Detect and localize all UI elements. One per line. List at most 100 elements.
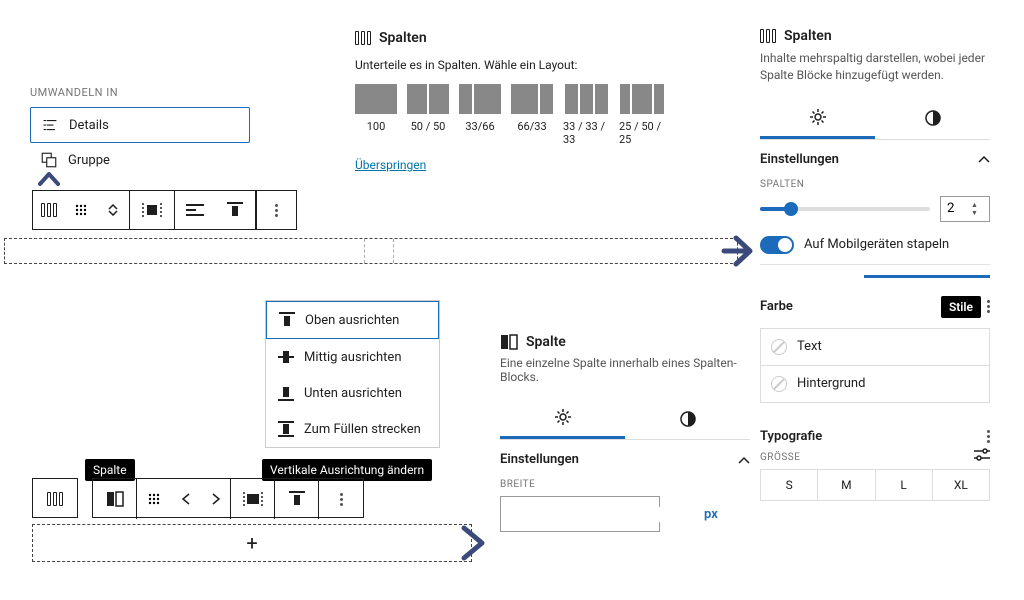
section-settings: Einstellungen bbox=[500, 452, 579, 467]
settings-tab[interactable] bbox=[760, 98, 875, 139]
drag-handle-button[interactable] bbox=[137, 479, 171, 519]
valign-button[interactable] bbox=[275, 479, 319, 519]
sliders-icon[interactable] bbox=[974, 448, 990, 462]
layout-option-label: 50 / 50 bbox=[411, 120, 446, 133]
valign-top-button[interactable] bbox=[215, 191, 255, 229]
columns-number-field[interactable] bbox=[947, 201, 971, 216]
parent-columns-button[interactable] bbox=[33, 479, 77, 519]
move-updown-button[interactable] bbox=[97, 191, 129, 229]
block-toolbar bbox=[32, 190, 297, 230]
layout-option[interactable]: 25 / 50 / 25 bbox=[619, 84, 665, 146]
columns-icon bbox=[355, 31, 371, 45]
valign-top-icon bbox=[289, 491, 305, 507]
settings-tab[interactable] bbox=[500, 398, 625, 439]
styles-tab[interactable] bbox=[625, 398, 750, 439]
groesse-label: Grösse bbox=[760, 452, 800, 463]
move-right-button[interactable] bbox=[201, 479, 231, 519]
size-option[interactable]: S bbox=[761, 470, 818, 500]
columns-block-icon-button[interactable] bbox=[33, 191, 65, 229]
size-option[interactable]: L bbox=[876, 470, 933, 500]
contrast-icon bbox=[679, 410, 697, 428]
contrast-icon bbox=[924, 109, 942, 127]
valign-label: Mittig ausrichten bbox=[304, 350, 402, 365]
more-options-button[interactable] bbox=[256, 191, 296, 229]
valign-icon bbox=[279, 312, 295, 328]
layout-chooser: Spalten Unterteile es in Spalten. Wähle … bbox=[355, 30, 665, 173]
align-wide-icon bbox=[243, 491, 263, 507]
chevron-up-icon[interactable] bbox=[978, 155, 990, 163]
chevron-left-icon bbox=[181, 493, 191, 505]
layout-option-label: 66/33 bbox=[517, 120, 546, 133]
group-icon bbox=[40, 151, 58, 169]
transform-item-label: Details bbox=[69, 118, 109, 133]
drag-icon bbox=[147, 492, 161, 506]
layout-option-label: 33/66 bbox=[465, 120, 494, 133]
size-option[interactable]: M bbox=[818, 470, 875, 500]
skip-link[interactable]: Überspringen bbox=[355, 158, 426, 172]
farbe-options-button[interactable] bbox=[987, 300, 990, 313]
plus-icon: + bbox=[246, 531, 257, 555]
layout-option[interactable]: 33 / 33 / 33 bbox=[563, 84, 609, 146]
breite-label: Breite bbox=[500, 479, 750, 490]
size-segmented: SMLXL bbox=[760, 469, 990, 501]
column-title: Spalte bbox=[526, 334, 566, 350]
column-icon bbox=[500, 334, 518, 350]
gear-icon bbox=[554, 408, 572, 426]
color-text-row[interactable]: Text bbox=[760, 328, 990, 366]
layout-option[interactable]: 100 bbox=[355, 84, 397, 146]
drag-handle-button[interactable] bbox=[65, 191, 97, 229]
move-left-button[interactable] bbox=[171, 479, 201, 519]
styles-tab[interactable] bbox=[875, 98, 990, 139]
valign-label: Oben ausrichten bbox=[305, 313, 399, 328]
column-block-icon-button[interactable] bbox=[93, 479, 137, 519]
transform-heading: Umwandeln in bbox=[30, 86, 250, 99]
columns-icon bbox=[41, 203, 57, 217]
align-wide-button[interactable] bbox=[231, 479, 275, 519]
layout-option[interactable]: 66/33 bbox=[511, 84, 553, 146]
spin-up-icon[interactable]: ▲ bbox=[971, 201, 978, 209]
column-description: Eine einzelne Spalte innerhalb eines Spa… bbox=[500, 356, 750, 384]
transform-item-details[interactable]: Details bbox=[30, 107, 250, 143]
valign-label: Zum Füllen strecken bbox=[304, 422, 421, 437]
align-full-icon bbox=[142, 202, 162, 218]
column-sidebar: Spalte Eine einzelne Spalte innerhalb ei… bbox=[500, 334, 750, 532]
arrow-right-icon bbox=[458, 522, 490, 564]
width-input[interactable]: px bbox=[500, 496, 660, 532]
more-options-button[interactable] bbox=[319, 479, 363, 519]
color-label: Hintergrund bbox=[797, 376, 865, 391]
unit-selector[interactable]: px bbox=[694, 507, 728, 522]
valign-top-icon bbox=[227, 202, 243, 218]
section-farbe: Farbe bbox=[760, 299, 793, 314]
color-bg-row[interactable]: Hintergrund bbox=[760, 366, 990, 403]
columns-icon bbox=[47, 492, 63, 506]
valign-item[interactable]: Unten ausrichten bbox=[266, 375, 439, 411]
columns-slider[interactable] bbox=[760, 207, 930, 211]
section-settings: Einstellungen bbox=[760, 152, 839, 167]
width-field[interactable] bbox=[501, 507, 694, 522]
ellipsis-vertical-icon bbox=[340, 493, 343, 506]
justify-icon bbox=[186, 203, 204, 217]
align-full-button[interactable] bbox=[130, 191, 174, 229]
spin-down-icon[interactable]: ▼ bbox=[971, 209, 978, 217]
valign-icon bbox=[278, 385, 294, 401]
valign-item[interactable]: Mittig ausrichten bbox=[266, 339, 439, 375]
details-icon bbox=[41, 116, 59, 134]
spalten-count-label: Spalten bbox=[760, 179, 990, 190]
layout-option[interactable]: 33/66 bbox=[459, 84, 501, 146]
typografie-options-button[interactable] bbox=[987, 430, 990, 443]
valign-item[interactable]: Zum Füllen strecken bbox=[266, 411, 439, 447]
stile-chip: Stile bbox=[941, 296, 981, 318]
valign-item[interactable]: Oben ausrichten bbox=[266, 301, 439, 339]
stack-toggle[interactable] bbox=[760, 236, 794, 254]
block-inserter[interactable]: + bbox=[32, 524, 472, 562]
chevron-down-icon bbox=[108, 210, 118, 216]
justify-button[interactable] bbox=[175, 191, 215, 229]
size-option[interactable]: XL bbox=[933, 470, 989, 500]
columns-number-input[interactable]: ▲▼ bbox=[940, 196, 990, 222]
layout-option[interactable]: 50 / 50 bbox=[407, 84, 449, 146]
transform-item-gruppe[interactable]: Gruppe bbox=[30, 143, 250, 177]
arrow-right-icon bbox=[720, 232, 758, 270]
columns-editor-placeholder[interactable] bbox=[4, 238, 738, 264]
transform-item-label: Gruppe bbox=[68, 153, 110, 168]
chevron-up-icon[interactable] bbox=[738, 456, 750, 464]
